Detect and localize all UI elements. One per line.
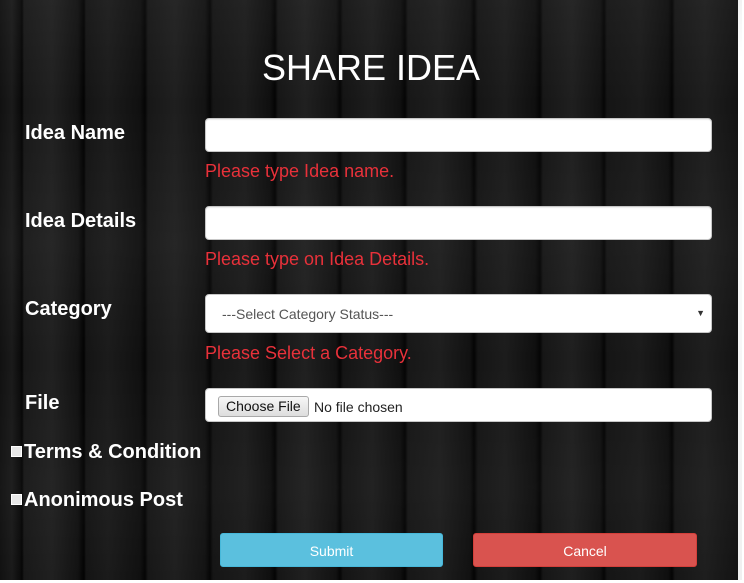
idea-details-input[interactable] [205, 206, 712, 240]
idea-details-error: Please type on Idea Details. [205, 249, 430, 269]
share-idea-page: SHARE IDEA Idea Name Please type Idea na… [0, 0, 742, 580]
category-select-value: ---Select Category Status--- [222, 306, 394, 322]
category-label: Category [25, 298, 112, 320]
file-label: File [25, 392, 60, 414]
chevron-down-icon: ▼ [696, 308, 705, 318]
submit-button[interactable]: Submit [220, 533, 443, 567]
file-input[interactable]: Choose File No file chosen [205, 388, 712, 422]
terms-checkbox[interactable] [11, 446, 22, 457]
idea-name-input[interactable] [205, 118, 712, 152]
idea-name-error: Please type Idea name. [205, 161, 395, 181]
page-title: SHARE IDEA [261, 47, 481, 88]
cancel-button[interactable]: Cancel [473, 533, 697, 567]
file-status: No file chosen [314, 399, 403, 415]
category-select[interactable]: ---Select Category Status--- ▼ [205, 294, 712, 333]
choose-file-button[interactable]: Choose File [218, 396, 309, 417]
terms-label[interactable]: Terms & Condition [24, 440, 201, 464]
idea-details-label: Idea Details [25, 210, 137, 232]
category-error: Please Select a Category. [205, 343, 412, 363]
anonymous-label[interactable]: Anonimous Post [24, 488, 183, 512]
anonymous-checkbox[interactable] [11, 494, 22, 505]
idea-name-label: Idea Name [25, 122, 126, 144]
